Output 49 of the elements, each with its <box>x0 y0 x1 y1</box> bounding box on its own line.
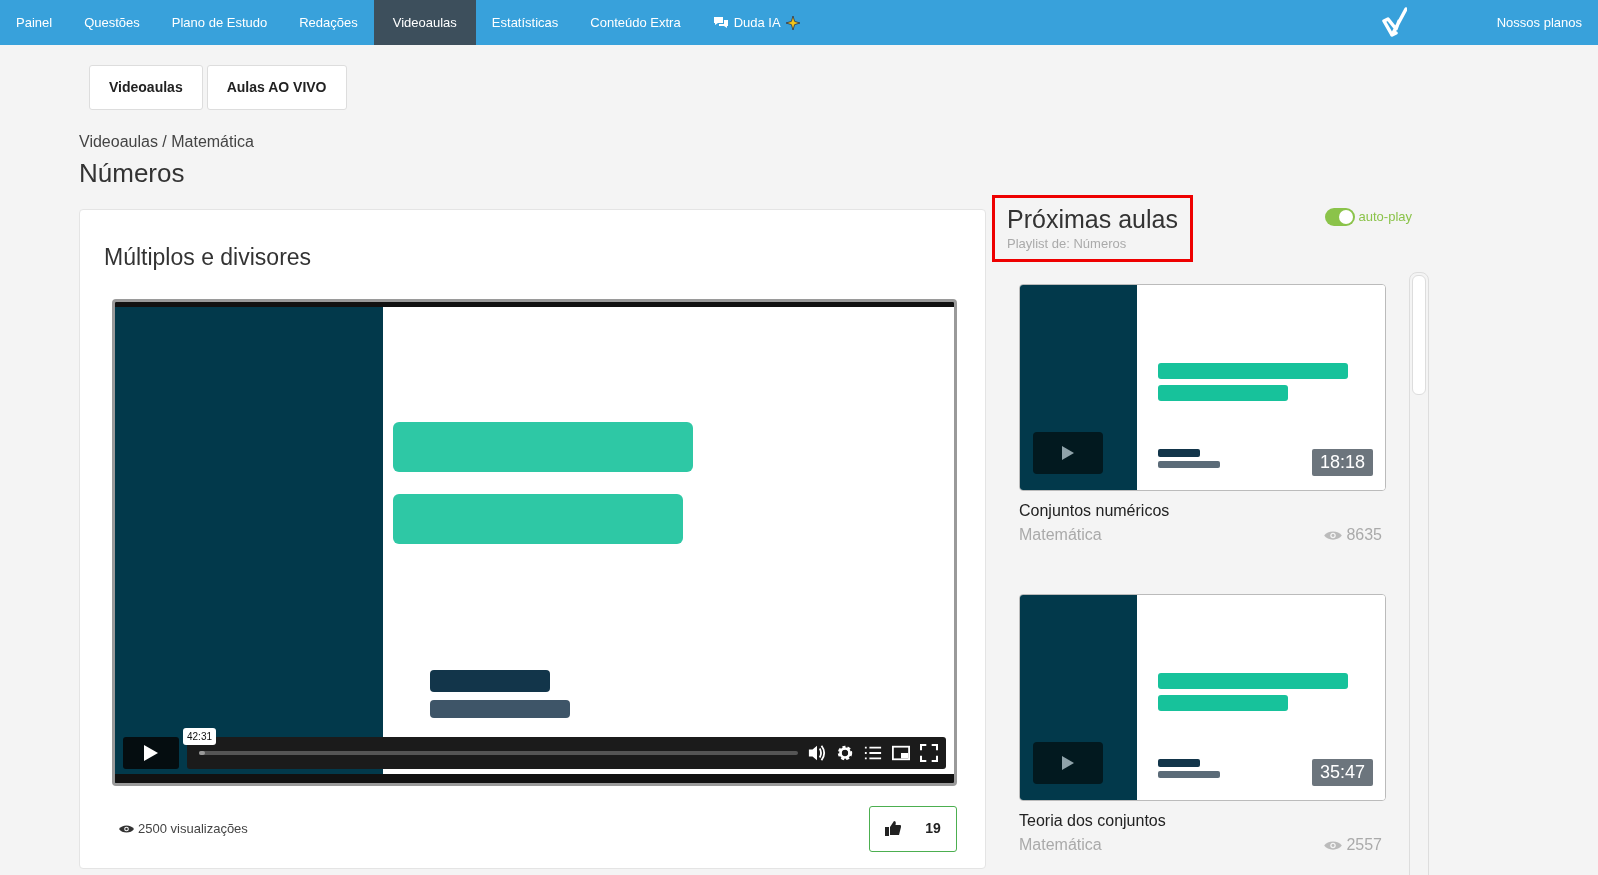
view-count: 2500 visualizações <box>138 819 248 838</box>
nav-link[interactable]: Painel <box>0 0 69 45</box>
view-count: 8635 <box>1346 525 1382 545</box>
nav-link[interactable]: Questões <box>68 0 156 45</box>
section-tab[interactable]: Aulas AO VIVO <box>206 65 347 110</box>
video-player[interactable]: 42:31 <box>112 298 957 786</box>
fullscreen-icon[interactable] <box>920 743 938 762</box>
video-title[interactable]: Teoria dos conjuntos <box>1019 809 1386 833</box>
nav-link[interactable]: Redações <box>283 0 374 45</box>
eye-icon <box>119 823 134 834</box>
video-thumbnail[interactable]: 35:47 <box>1019 594 1386 801</box>
section-tab[interactable]: Videoaulas <box>89 65 203 110</box>
lesson-title: Múltiplos e divisores <box>104 243 313 272</box>
scrollbar[interactable] <box>1409 272 1429 875</box>
nav-link[interactable]: Duda IA <box>696 0 816 45</box>
video-subject: Matemática <box>1019 525 1102 545</box>
video-thumbnail[interactable]: 18:18 <box>1019 284 1386 491</box>
volume-icon[interactable] <box>808 743 826 762</box>
play-button[interactable] <box>123 736 179 769</box>
nav-link[interactable]: Plano de Estudo <box>155 0 284 45</box>
nav-link[interactable]: Conteúdo Extra <box>574 0 697 45</box>
duration-badge: 18:18 <box>1311 449 1373 476</box>
picture-in-picture-icon[interactable] <box>892 743 910 762</box>
thumbs-up-icon <box>885 821 902 836</box>
play-icon <box>1062 446 1074 460</box>
playlist-subtitle: Playlist de: Números <box>1007 234 1128 253</box>
sparkle-icon <box>785 15 800 30</box>
autoplay-label: auto-play <box>1358 208 1412 226</box>
play-button[interactable] <box>1033 432 1103 474</box>
settings-icon[interactable] <box>836 743 854 762</box>
autoplay-toggle[interactable] <box>1324 207 1355 226</box>
nav-link[interactable]: Videoaulas <box>373 0 476 45</box>
chat-icon <box>712 16 729 29</box>
view-count: 2557 <box>1346 835 1382 855</box>
play-button[interactable] <box>1033 742 1103 784</box>
eye-icon <box>1324 839 1343 851</box>
nav-link[interactable]: Estatísticas <box>475 0 575 45</box>
play-icon <box>144 744 158 761</box>
video-subject: Matemática <box>1019 835 1102 855</box>
like-button[interactable]: 19 <box>869 805 957 852</box>
eye-icon <box>1324 529 1343 541</box>
video-title[interactable]: Conjuntos numéricos <box>1019 499 1386 523</box>
page-title: Números <box>79 157 186 190</box>
logo-icon[interactable] <box>1380 6 1407 39</box>
breadcrumb: Videoaulas / Matemática <box>79 132 255 152</box>
playlist-title: Próximas aulas <box>1007 206 1178 234</box>
duration-badge: 35:47 <box>1311 759 1373 786</box>
plans-link[interactable]: Nossos planos <box>1496 12 1582 33</box>
play-icon <box>1062 756 1074 770</box>
